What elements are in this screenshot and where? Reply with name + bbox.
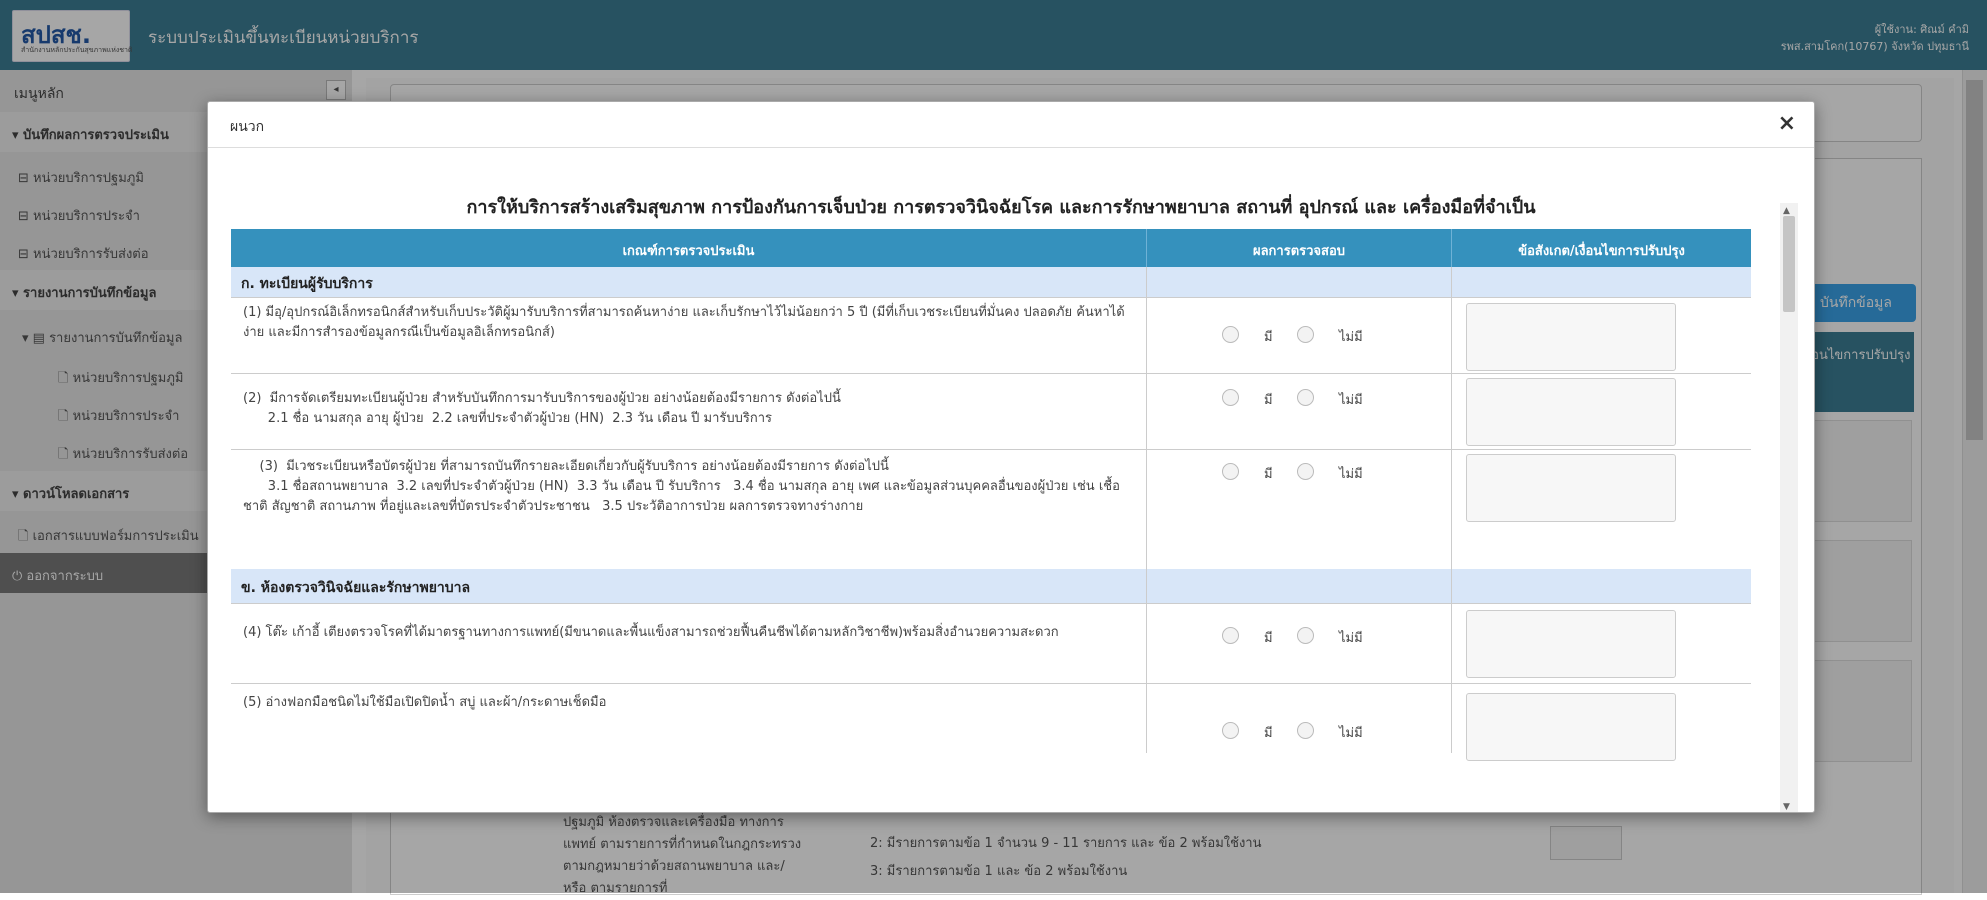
notes-cell [1451, 373, 1751, 449]
radio-yes[interactable] [1222, 326, 1239, 343]
section-title: ข. ห้องตรวจวินิจฉัยและรักษาพยาบาล [241, 580, 471, 596]
criteria-text: (1) มีอุ/อุปกรณ์อิเล็กทรอนิกส์สำหรับเก็บ… [243, 305, 1125, 340]
radio-no-label: ไม่มี [1339, 467, 1363, 482]
radio-no[interactable] [1297, 463, 1314, 480]
notes-textarea[interactable] [1466, 610, 1676, 678]
criteria-text: (4) โต๊ะ เก้าอี้ เตียงตรวจโรคที่ได้มาตรฐ… [243, 625, 1059, 640]
result-cell: มี ไม่มี [1146, 373, 1451, 449]
radio-yes-label: มี [1264, 393, 1273, 408]
notes-textarea[interactable] [1466, 303, 1676, 371]
radio-yes-label: มี [1264, 467, 1273, 482]
close-icon[interactable]: × [1778, 111, 1796, 136]
radio-no[interactable] [1297, 326, 1314, 343]
column-header-criteria: เกณฑ์การตรวจประเมิน [622, 244, 755, 259]
radio-yes[interactable] [1222, 463, 1239, 480]
section-row: ก. ทะเบียนผู้รับบริการ [231, 267, 1751, 298]
radio-yes[interactable] [1222, 722, 1239, 739]
radio-yes-label: มี [1264, 631, 1273, 646]
section-row: ข. ห้องตรวจวินิจฉัยและรักษาพยาบาล [231, 569, 1751, 604]
section-cell [1451, 569, 1751, 603]
criteria-row: (2) มีการจัดเตรียมทะเบียนผู้ป่วย สำหรับบ… [231, 373, 1751, 450]
modal-scrollbar-thumb[interactable] [1783, 216, 1795, 312]
document-heading: การให้บริการสร้างเสริมสุขภาพ การป้องกันก… [466, 197, 1536, 218]
result-cell: มี ไม่มี [1146, 603, 1451, 683]
notes-cell [1451, 683, 1751, 761]
appendix-modal: ผนวก × การให้บริการสร้างเสริมสุขภาพ การป… [207, 101, 1815, 813]
radio-yes-label: มี [1264, 330, 1273, 345]
result-cell: มี ไม่มี [1146, 683, 1451, 753]
modal-header: ผนวก × [208, 102, 1814, 148]
radio-yes[interactable] [1222, 627, 1239, 644]
criteria-row: (1) มีอุ/อุปกรณ์อิเล็กทรอนิกส์สำหรับเก็บ… [231, 297, 1751, 374]
notes-cell [1451, 297, 1751, 373]
notes-cell [1451, 449, 1751, 569]
modal-title: ผนวก [230, 119, 265, 135]
result-cell: มี ไม่มี [1146, 297, 1451, 373]
criteria-text: (3) มีเวชระเบียนหรือบัตรผู้ป่วย ที่สามาร… [243, 459, 1120, 514]
criteria-row: (3) มีเวชระเบียนหรือบัตรผู้ป่วย ที่สามาร… [231, 449, 1751, 570]
radio-no-label: ไม่มี [1339, 631, 1363, 646]
section-cell [1146, 569, 1451, 603]
result-cell: มี ไม่มี [1146, 449, 1451, 569]
scroll-down-icon[interactable]: ▼ [1783, 802, 1790, 812]
criteria-row: (4) โต๊ะ เก้าอี้ เตียงตรวจโรคที่ได้มาตรฐ… [231, 603, 1751, 684]
radio-yes[interactable] [1222, 389, 1239, 406]
modal-body: การให้บริการสร้างเสริมสุขภาพ การป้องกันก… [208, 148, 1814, 812]
scroll-up-icon[interactable]: ▲ [1783, 206, 1790, 216]
table-header-row: เกณฑ์การตรวจประเมิน ผลการตรวจสอบ ข้อสังเ… [231, 229, 1751, 268]
section-title: ก. ทะเบียนผู้รับบริการ [241, 276, 373, 292]
radio-yes-label: มี [1264, 726, 1273, 741]
radio-no[interactable] [1297, 389, 1314, 406]
section-cell [1451, 267, 1751, 297]
criteria-text: (5) อ่างฟอกมือชนิดไม่ใช้มือเปิดปิดน้ำ สบ… [243, 695, 607, 710]
radio-no-label: ไม่มี [1339, 726, 1363, 741]
criteria-text: (2) มีการจัดเตรียมทะเบียนผู้ป่วย สำหรับบ… [243, 391, 841, 426]
radio-no[interactable] [1297, 722, 1314, 739]
radio-no-label: ไม่มี [1339, 393, 1363, 408]
notes-textarea[interactable] [1466, 693, 1676, 761]
column-header-notes: ข้อสังเกต/เงื่อนไขการปรับปรุง [1451, 229, 1751, 267]
radio-no-label: ไม่มี [1339, 330, 1363, 345]
notes-textarea[interactable] [1466, 454, 1676, 522]
column-header-result: ผลการตรวจสอบ [1146, 229, 1451, 267]
section-cell [1146, 267, 1451, 297]
criteria-row: (5) อ่างฟอกมือชนิดไม่ใช้มือเปิดปิดน้ำ สบ… [231, 683, 1751, 761]
radio-no[interactable] [1297, 627, 1314, 644]
notes-cell [1451, 603, 1751, 683]
notes-textarea[interactable] [1466, 378, 1676, 446]
